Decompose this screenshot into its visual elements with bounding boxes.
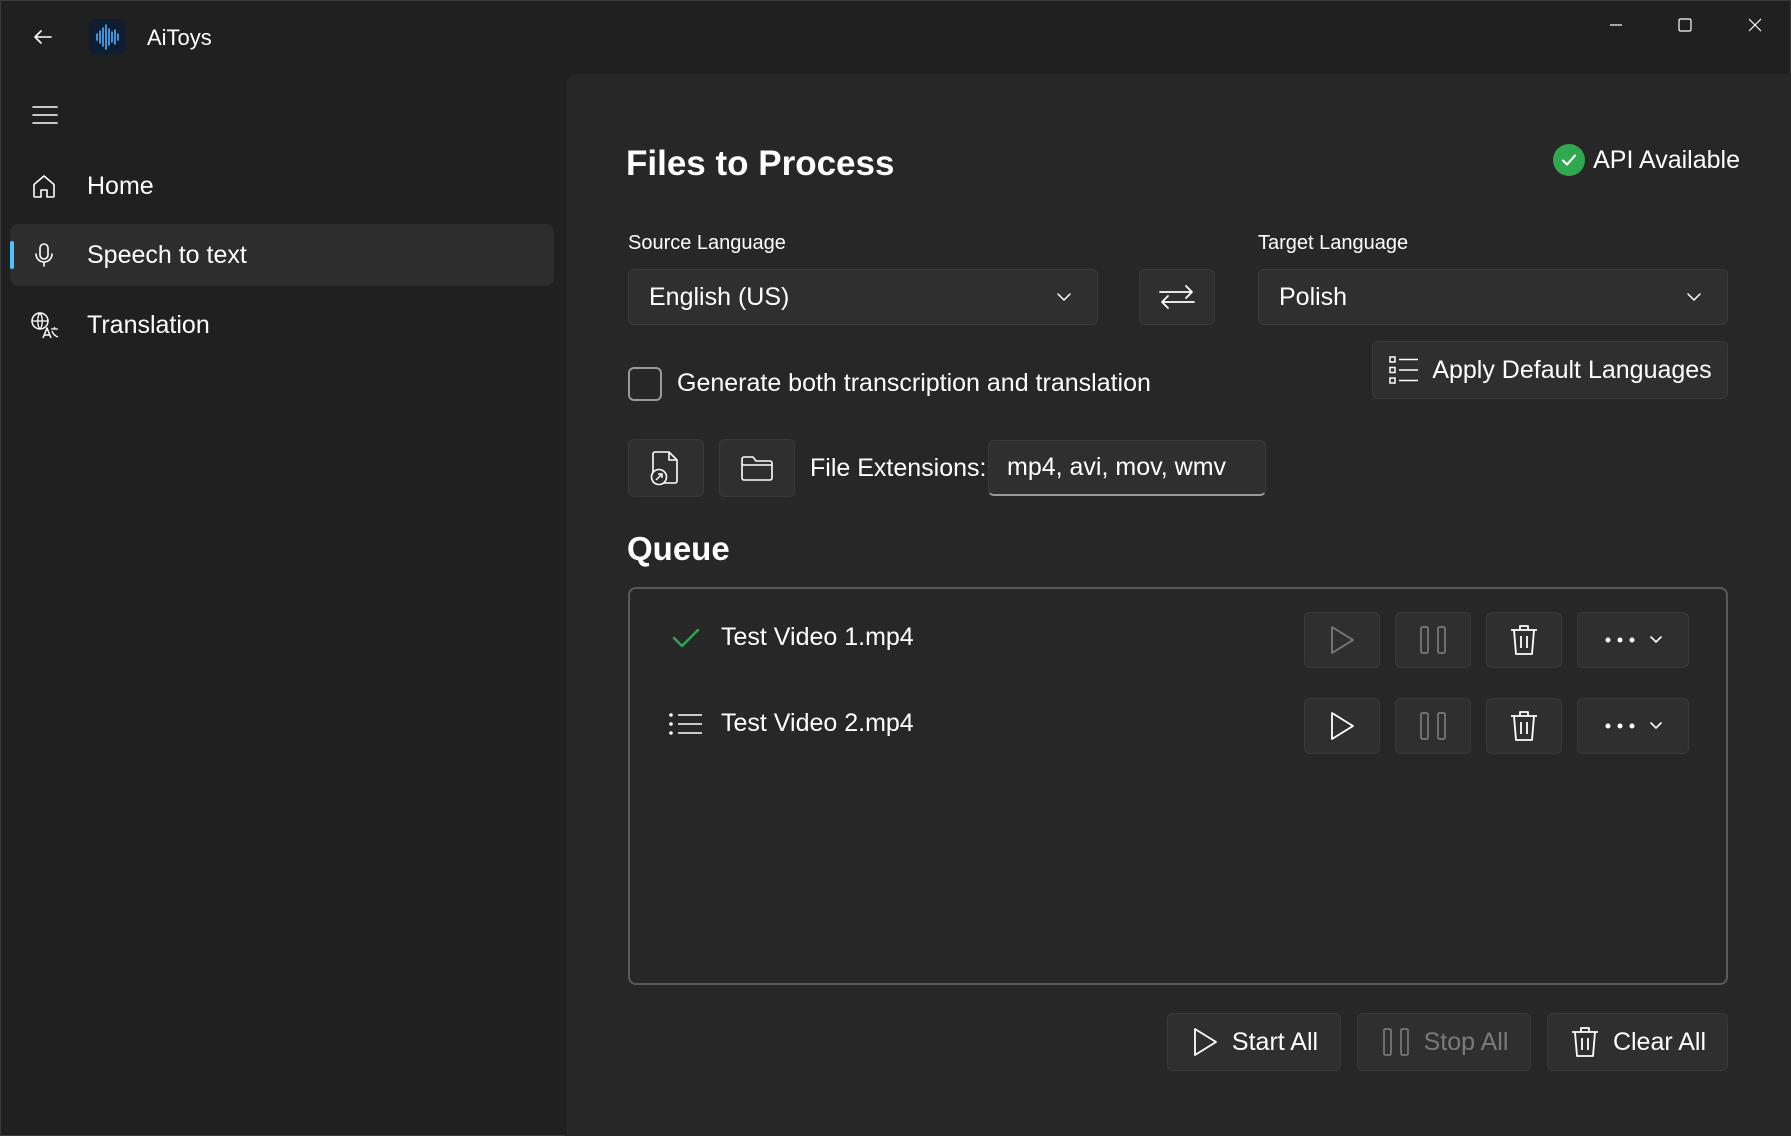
delete-button[interactable]: [1486, 698, 1562, 754]
pause-button[interactable]: [1395, 612, 1471, 668]
pause-icon: [1382, 1028, 1409, 1056]
target-language-value: Polish: [1279, 282, 1348, 311]
more-icon: [1605, 722, 1662, 730]
translate-icon: [28, 309, 60, 341]
play-button[interactable]: [1304, 698, 1380, 754]
app-title: AiToys: [147, 25, 212, 50]
delete-button[interactable]: [1486, 612, 1562, 668]
pause-icon: [1420, 712, 1446, 740]
minimize-icon: [1610, 24, 1622, 26]
queue-item[interactable]: Test Video 1.mp4: [630, 607, 1726, 669]
active-indicator: [10, 241, 14, 269]
back-arrow-icon: [34, 30, 52, 44]
page-title: Files to Process: [626, 144, 895, 183]
clear-all-button[interactable]: Clear All: [1547, 1013, 1728, 1071]
queue-list: Test Video 1.mp4 Test Video 2.mp4: [628, 587, 1728, 985]
microphone-icon: [28, 239, 60, 271]
list-icon: [1389, 356, 1419, 384]
queue-item[interactable]: Test Video 2.mp4: [630, 693, 1726, 755]
nav-item-home[interactable]: Home: [10, 155, 554, 217]
trash-icon: [1571, 1027, 1598, 1057]
nav-item-label: Speech to text: [87, 240, 247, 269]
target-language-select[interactable]: Polish: [1258, 269, 1728, 325]
apply-default-languages-label: Apply Default Languages: [1432, 355, 1712, 384]
maximize-icon: [1678, 18, 1692, 32]
back-button[interactable]: [21, 19, 65, 55]
add-file-button[interactable]: [628, 439, 704, 497]
add-folder-button[interactable]: [719, 439, 795, 497]
swap-arrows-icon: [1159, 285, 1195, 309]
nav-item-speech-to-text[interactable]: Speech to text: [10, 224, 554, 286]
queue-title: Queue: [627, 530, 730, 567]
home-icon: [28, 170, 60, 202]
play-button[interactable]: [1304, 612, 1380, 668]
clear-all-label: Clear All: [1612, 1027, 1707, 1056]
source-language-value: English (US): [649, 282, 790, 311]
trash-icon: [1511, 711, 1537, 741]
check-circle-icon: [1553, 144, 1586, 176]
start-all-label: Start All: [1231, 1027, 1319, 1056]
nav-menu-toggle[interactable]: [23, 97, 67, 133]
api-status-label: API Available: [1593, 145, 1740, 174]
generate-both-label: Generate both transcription and translat…: [677, 369, 1151, 397]
close-icon: [1748, 18, 1762, 32]
play-icon: [1331, 626, 1354, 654]
main-content: Files to Process API Available Source La…: [565, 74, 1791, 1136]
pause-button[interactable]: [1395, 698, 1471, 754]
nav-item-label: Translation: [87, 310, 210, 339]
nav-item-translation[interactable]: Translation: [10, 294, 554, 356]
completed-check-icon: [668, 623, 704, 653]
title-bar: AiToys: [1, 1, 1790, 73]
chevron-down-icon: [1057, 293, 1071, 302]
stop-all-button[interactable]: Stop All: [1357, 1013, 1531, 1071]
queue-item-name: Test Video 1.mp4: [721, 623, 914, 651]
queued-list-icon: [668, 709, 704, 739]
folder-icon: [741, 456, 773, 481]
more-icon: [1605, 636, 1662, 644]
hamburger-icon: [32, 106, 58, 124]
close-button[interactable]: [1721, 1, 1789, 49]
generate-both-checkbox[interactable]: [628, 367, 662, 401]
target-language-label: Target Language: [1258, 232, 1409, 254]
nav-item-label: Home: [87, 171, 154, 200]
file-extensions-label: File Extensions:: [810, 454, 987, 482]
start-all-button[interactable]: Start All: [1167, 1013, 1341, 1071]
queue-item-name: Test Video 2.mp4: [721, 709, 914, 737]
swap-languages-button[interactable]: [1139, 269, 1215, 325]
maximize-button[interactable]: [1651, 1, 1719, 49]
more-options-button[interactable]: [1577, 612, 1689, 668]
app-logo-icon: [89, 19, 125, 55]
play-icon: [1194, 1028, 1217, 1056]
pause-icon: [1420, 626, 1446, 654]
source-language-select[interactable]: English (US): [628, 269, 1098, 325]
apply-default-languages-button[interactable]: Apply Default Languages: [1372, 341, 1728, 399]
source-language-label: Source Language: [628, 232, 786, 254]
trash-icon: [1511, 625, 1537, 655]
chevron-down-icon: [1687, 293, 1701, 302]
minimize-button[interactable]: [1582, 1, 1650, 49]
file-extensions-input[interactable]: mp4, avi, mov, wmv: [988, 440, 1266, 496]
more-options-button[interactable]: [1577, 698, 1689, 754]
play-icon: [1331, 712, 1354, 740]
stop-all-label: Stop All: [1423, 1027, 1509, 1056]
app-window: AiToys Home Speech to text Translation F…: [0, 0, 1791, 1136]
file-add-icon: [650, 451, 678, 486]
api-status: API Available: [1553, 144, 1740, 176]
